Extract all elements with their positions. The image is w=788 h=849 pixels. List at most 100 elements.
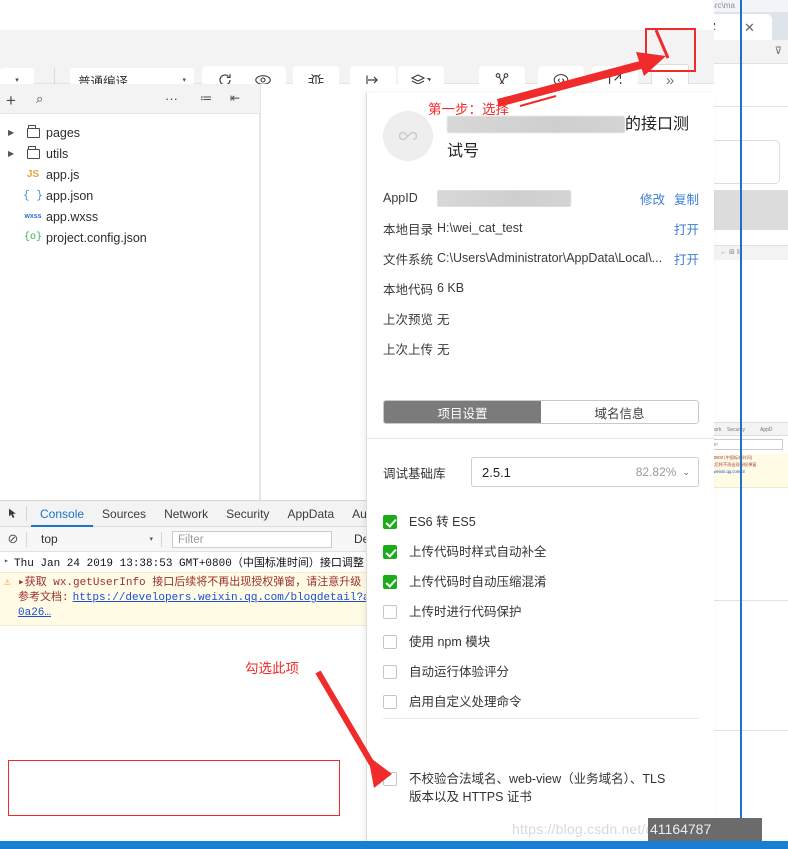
divider bbox=[383, 718, 699, 719]
watermark-overlay-text: 41164787 bbox=[650, 821, 712, 837]
close-icon[interactable]: ✕ bbox=[744, 20, 755, 36]
devtools-tab-console[interactable]: Console bbox=[31, 501, 93, 527]
project-settings-panel: 的接口测试号 AppID 修改 复制 本地目录 H:\wei_cat_test … bbox=[366, 93, 715, 849]
devtools-tab-sources[interactable]: Sources bbox=[93, 501, 155, 527]
console-log-text: Thu Jan 24 2019 13:38:53 GMT+0800（中国标准时间… bbox=[14, 558, 364, 570]
panel-tab-bar: 项目设置 域名信息 bbox=[383, 400, 699, 424]
info-row-key: 文件系统 bbox=[383, 252, 434, 267]
checkbox-icon[interactable] bbox=[383, 772, 397, 786]
chevron-down-icon: ▾ bbox=[182, 77, 186, 84]
wxss-file-icon: wxss bbox=[24, 213, 42, 220]
clear-console-icon[interactable]: ⊘ bbox=[0, 531, 26, 547]
tab-project-settings[interactable]: 项目设置 bbox=[384, 401, 541, 423]
console-filter-input[interactable]: Filter bbox=[172, 530, 332, 548]
filter-icon[interactable]: ⊽ bbox=[775, 46, 782, 57]
tree-item-label: app.wxss bbox=[46, 209, 99, 224]
devtools-tab-appdata[interactable]: AppData bbox=[278, 501, 343, 527]
console-context-select[interactable]: top ▾ bbox=[31, 527, 161, 552]
tree-item-pages[interactable]: ▶ pages bbox=[0, 122, 259, 143]
edit-appid-link[interactable]: 修改 bbox=[631, 189, 665, 208]
outline-icon[interactable]: ≔ bbox=[200, 91, 212, 105]
background-filter-input[interactable]: Filter bbox=[703, 439, 783, 450]
console-context-value: top bbox=[41, 532, 58, 546]
tree-item-app-js[interactable]: JS app.js bbox=[0, 164, 259, 185]
info-row-key: AppID bbox=[383, 191, 418, 205]
console-warning-doc-label: 参考文档: bbox=[18, 592, 69, 604]
checkbox-icon[interactable] bbox=[383, 635, 397, 649]
checkbox-icon[interactable] bbox=[383, 695, 397, 709]
debug-base-library-row: 调试基础库 2.5.1 82.82% ⌄ bbox=[367, 455, 715, 489]
expand-triangle-icon[interactable]: ▸ bbox=[18, 576, 25, 591]
warning-icon: ⚠ bbox=[4, 577, 11, 589]
main-toolbar: ▾ 普通编译 ▾ 编译 预览 bbox=[0, 30, 714, 112]
divider bbox=[26, 506, 27, 521]
plus-icon[interactable]: + bbox=[6, 91, 16, 111]
tree-item-label: pages bbox=[46, 125, 81, 140]
option-use-npm[interactable]: 使用 npm 模块 bbox=[367, 633, 715, 663]
chevron-right-icon[interactable]: ▶ bbox=[8, 128, 20, 137]
console-warning-link[interactable]: https://developers.weixin.qq.com/blogdet… bbox=[73, 591, 390, 606]
window-title-strip bbox=[0, 0, 714, 30]
option-auto-minify[interactable]: 上传代码时自动压缩混淆 bbox=[367, 573, 715, 603]
checkbox-icon[interactable] bbox=[383, 515, 397, 529]
divider bbox=[161, 531, 162, 547]
checkbox-icon[interactable] bbox=[383, 545, 397, 559]
info-row-value: 无 bbox=[437, 312, 450, 327]
search-icon[interactable]: ⌕ bbox=[36, 91, 43, 107]
tree-item-label: project.config.json bbox=[46, 230, 147, 245]
checkbox-icon[interactable] bbox=[383, 605, 397, 619]
info-row-key: 本地代码 bbox=[383, 282, 434, 297]
console-warning-link-tail[interactable]: 0a26… bbox=[18, 606, 51, 621]
chevron-down-icon: ▾ bbox=[15, 77, 19, 84]
tree-item-project-config[interactable]: {o} project.config.json bbox=[0, 227, 259, 248]
json-file-icon: { } bbox=[23, 189, 43, 202]
inspect-element-icon[interactable] bbox=[0, 507, 26, 520]
collapse-panel-icon[interactable]: ⇤ bbox=[230, 91, 240, 105]
debug-base-library-value: 2.5.1 bbox=[482, 464, 511, 480]
copy-appid-link[interactable]: 复制 bbox=[665, 189, 715, 208]
info-row-value: C:\Users\Administrator\AppData\Local\... bbox=[437, 251, 663, 265]
info-row-filesystem: 文件系统 C:\Users\Administrator\AppData\Loca… bbox=[367, 243, 715, 273]
annotation-highlight-option bbox=[8, 760, 340, 816]
debug-base-library-select[interactable]: 2.5.1 82.82% ⌄ bbox=[471, 457, 699, 487]
expand-triangle-icon[interactable]: ▸ bbox=[4, 554, 14, 566]
info-row-last-preview: 上次预览 无 bbox=[367, 303, 715, 333]
option-auto-audit[interactable]: 自动运行体验评分 bbox=[367, 663, 715, 693]
background-devtools-tab[interactable]: Security bbox=[727, 427, 745, 433]
info-row-last-upload: 上次上传 无 bbox=[367, 333, 715, 363]
tab-domain-info[interactable]: 域名信息 bbox=[541, 401, 698, 423]
devtools-tab-security[interactable]: Security bbox=[217, 501, 278, 527]
option-skip-domain-check[interactable]: 不校验合法域名、web-view（业务域名）、TLS 版本以及 HTTPS 证书 bbox=[367, 758, 715, 818]
info-row-local-code: 本地代码 6 KB bbox=[367, 273, 715, 303]
annotation-step-one: 第一步：选择 bbox=[428, 102, 509, 117]
option-es6-to-es5[interactable]: ES6 转 ES5 bbox=[367, 513, 715, 543]
screenshot-root: ...\src\ma 客 ✕ ⊽ ← ⊞ ⊪ Network Security … bbox=[0, 0, 788, 849]
tree-item-app-json[interactable]: { } app.json bbox=[0, 185, 259, 206]
checkbox-icon[interactable] bbox=[383, 575, 397, 589]
project-title: 的接口测试号 bbox=[447, 111, 697, 165]
divider bbox=[26, 531, 27, 547]
link-avatar-icon bbox=[383, 111, 433, 161]
devtools-tab-network[interactable]: Network bbox=[155, 501, 217, 527]
chevron-right-icon[interactable]: ▶ bbox=[8, 149, 20, 158]
option-label: 启用自定义处理命令 bbox=[409, 695, 522, 709]
open-filesystem-link[interactable]: 打开 bbox=[665, 249, 715, 268]
option-label: ES6 转 ES5 bbox=[409, 515, 476, 529]
option-label: 上传代码时自动压缩混淆 bbox=[409, 575, 547, 589]
chevron-down-icon: ▾ bbox=[149, 536, 153, 543]
info-row-key: 上次预览 bbox=[383, 312, 434, 327]
tree-item-utils[interactable]: ▶ utils bbox=[0, 143, 259, 164]
info-row-value bbox=[437, 189, 631, 207]
background-devtools-tab[interactable]: AppD bbox=[760, 427, 773, 433]
option-code-protect[interactable]: 上传时进行代码保护 bbox=[367, 603, 715, 633]
checkbox-icon[interactable] bbox=[383, 665, 397, 679]
info-row-value: 无 bbox=[437, 342, 450, 357]
background-card bbox=[704, 140, 780, 184]
tree-item-app-wxss[interactable]: wxss app.wxss bbox=[0, 206, 259, 227]
more-icon[interactable]: ··· bbox=[165, 91, 178, 106]
option-style-autocomplete[interactable]: 上传代码时样式自动补全 bbox=[367, 543, 715, 573]
folder-icon bbox=[20, 125, 46, 138]
open-local-dir-link[interactable]: 打开 bbox=[665, 219, 715, 238]
info-row-key: 本地目录 bbox=[383, 222, 434, 237]
option-label: 使用 npm 模块 bbox=[409, 635, 491, 649]
